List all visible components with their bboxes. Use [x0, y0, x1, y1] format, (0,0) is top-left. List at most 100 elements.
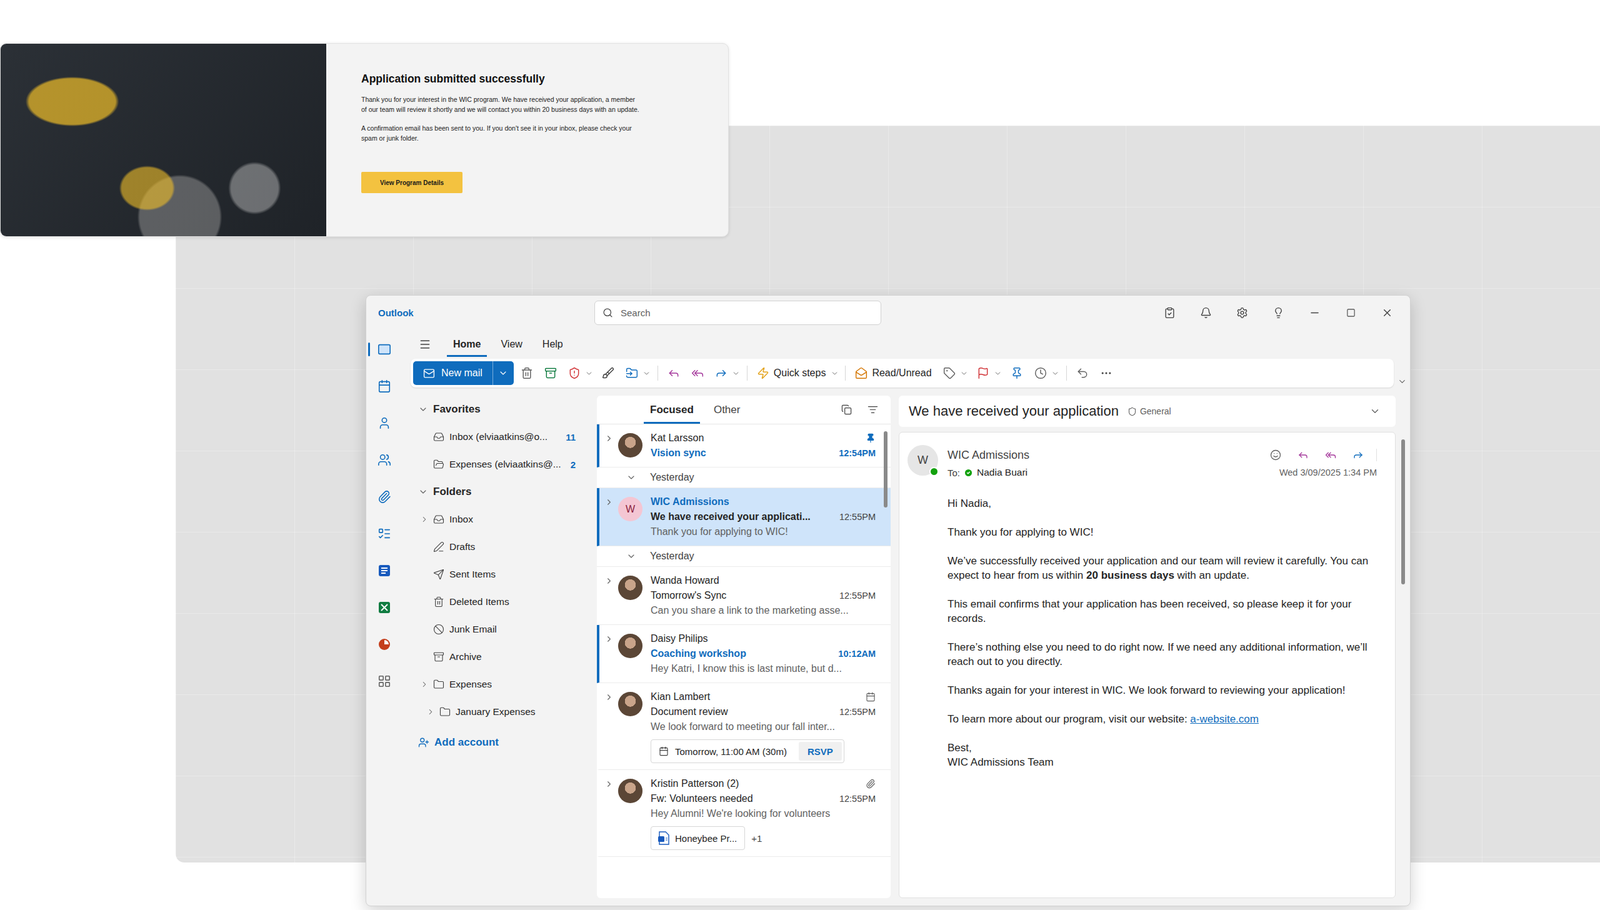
- app-rail-button[interactable]: [366, 588, 403, 626]
- folder-item[interactable]: Deleted Items: [410, 588, 595, 616]
- read-unread-button[interactable]: Read/Unread: [850, 361, 936, 385]
- sensitivity-label[interactable]: General: [1127, 406, 1172, 417]
- inbox-tab[interactable]: Other: [707, 395, 747, 424]
- forward-button[interactable]: [710, 361, 732, 385]
- folder-item[interactable]: Expenses (elviaatkins@...2: [410, 450, 595, 479]
- new-mail-dropdown[interactable]: [492, 361, 514, 385]
- snooze-dropdown[interactable]: [1050, 361, 1062, 385]
- ribbon-collapse[interactable]: [1393, 358, 1410, 388]
- app-rail-button[interactable]: [366, 478, 403, 515]
- folder-item[interactable]: Inbox (elviaatkins@o...11: [410, 423, 595, 451]
- flag-button[interactable]: [972, 361, 994, 385]
- expand-button[interactable]: [1369, 405, 1381, 417]
- bell-button[interactable]: [1187, 298, 1224, 327]
- categorize-button[interactable]: [938, 361, 960, 385]
- notes-button[interactable]: [1151, 298, 1188, 327]
- message-row[interactable]: Kristin Patterson (2)Fw: Volunteers need…: [596, 770, 891, 857]
- more-button[interactable]: [1095, 361, 1117, 385]
- move-button[interactable]: [621, 361, 643, 385]
- app-rail-button[interactable]: [366, 625, 403, 663]
- message-row[interactable]: Kat LarssonVision sync12:54PM: [596, 424, 891, 468]
- new-mail-button[interactable]: New mail: [413, 361, 493, 385]
- minimize-button[interactable]: [1296, 298, 1333, 327]
- forward-button[interactable]: [1348, 445, 1368, 465]
- folder-section-header[interactable]: Folders: [410, 478, 595, 506]
- thread-expander[interactable]: [599, 430, 619, 446]
- app-rail-button[interactable]: [366, 404, 403, 442]
- reply-button[interactable]: [663, 361, 685, 385]
- view-program-button[interactable]: View Program Details: [361, 171, 463, 194]
- menu-button[interactable]: [410, 331, 440, 357]
- report-button[interactable]: [563, 361, 585, 385]
- ribbon-tab[interactable]: Home: [446, 331, 487, 357]
- folder-item[interactable]: Drafts: [410, 533, 595, 561]
- maximize-button[interactable]: [1332, 298, 1369, 327]
- sweep-button[interactable]: [597, 361, 619, 385]
- ribbon-tab[interactable]: Help: [536, 331, 570, 357]
- folder-expander[interactable]: [419, 679, 430, 690]
- search-box[interactable]: [594, 300, 882, 325]
- message-row[interactable]: Kian LambertDocument review12:55PMWe loo…: [596, 683, 891, 770]
- folder-item[interactable]: Sent Items: [410, 560, 595, 589]
- more-attachments[interactable]: +1: [751, 833, 762, 844]
- recipient-name[interactable]: Nadia Buari: [976, 466, 1028, 479]
- folder-expander[interactable]: [425, 706, 436, 717]
- app-rail-button[interactable]: [366, 662, 403, 700]
- folder-label: Deleted Items: [449, 596, 576, 608]
- thread-expander[interactable]: [599, 573, 619, 589]
- date-group-header[interactable]: Yesterday: [596, 467, 891, 489]
- quick-steps-button[interactable]: Quick steps: [752, 361, 831, 385]
- folder-item[interactable]: Junk Email: [410, 615, 595, 644]
- message-row[interactable]: Wanda HowardTomorrow's Sync12:55PMCan yo…: [596, 566, 891, 625]
- select-button[interactable]: [836, 400, 856, 420]
- junk-icon: [433, 623, 445, 635]
- app-rail-button[interactable]: [366, 441, 403, 479]
- archive-button[interactable]: [540, 361, 562, 385]
- reply-all-button[interactable]: [686, 361, 709, 385]
- attachment-chip[interactable]: Honeybee Pr...: [650, 826, 745, 850]
- gear-button[interactable]: [1223, 298, 1260, 327]
- undo-button[interactable]: [1071, 361, 1094, 385]
- snooze-button[interactable]: [1030, 361, 1052, 385]
- quick-steps-dropdown[interactable]: [828, 361, 840, 385]
- reply-button[interactable]: [1293, 445, 1313, 465]
- react-button[interactable]: [1266, 445, 1285, 465]
- folder-section-header[interactable]: Favorites: [410, 395, 595, 424]
- move-dropdown[interactable]: [641, 361, 653, 385]
- pin-button[interactable]: [1006, 361, 1028, 385]
- thread-expander[interactable]: [599, 631, 619, 647]
- thread-expander[interactable]: [599, 689, 619, 705]
- ribbon-tab[interactable]: View: [494, 331, 529, 357]
- app-rail-button[interactable]: [366, 367, 403, 405]
- folder-item[interactable]: Expenses: [410, 670, 595, 699]
- app-rail-button[interactable]: [366, 551, 403, 589]
- categorize-dropdown[interactable]: [958, 361, 970, 385]
- flag-dropdown[interactable]: [992, 361, 1004, 385]
- app-rail-button[interactable]: [366, 330, 403, 368]
- folder-item[interactable]: January Expenses: [410, 698, 595, 726]
- message-body: Kian LambertDocument review12:55PMWe loo…: [650, 689, 876, 764]
- report-dropdown[interactable]: [583, 361, 595, 385]
- inbox-tab[interactable]: Focused: [643, 395, 700, 424]
- message-row[interactable]: Daisy PhilipsCoaching workshop10:12AMHey…: [596, 625, 891, 684]
- search-input[interactable]: [619, 306, 874, 319]
- website-link[interactable]: a-website.com: [1190, 713, 1259, 725]
- scrollbar-thumb[interactable]: [883, 431, 888, 508]
- lightbulb-button[interactable]: [1260, 298, 1297, 327]
- folder-item[interactable]: Inbox: [410, 505, 595, 534]
- filter-button[interactable]: [863, 400, 882, 420]
- delete-button[interactable]: [516, 361, 538, 385]
- folder-item[interactable]: Archive: [410, 643, 595, 671]
- message-row[interactable]: WWIC AdmissionsWe have received your app…: [596, 488, 891, 547]
- scrollbar-thumb[interactable]: [1401, 439, 1405, 585]
- date-group-header[interactable]: Yesterday: [596, 546, 891, 567]
- app-rail-button[interactable]: [366, 515, 403, 552]
- forward-dropdown[interactable]: [730, 361, 742, 385]
- folder-expander[interactable]: [419, 514, 430, 525]
- close-button[interactable]: [1368, 298, 1405, 327]
- rsvp-button[interactable]: RSVP: [798, 741, 842, 761]
- add-account-button[interactable]: Add account: [410, 728, 595, 757]
- thread-expander[interactable]: [599, 776, 619, 792]
- thread-expander[interactable]: [599, 494, 619, 510]
- reply-all-button[interactable]: [1321, 445, 1340, 465]
